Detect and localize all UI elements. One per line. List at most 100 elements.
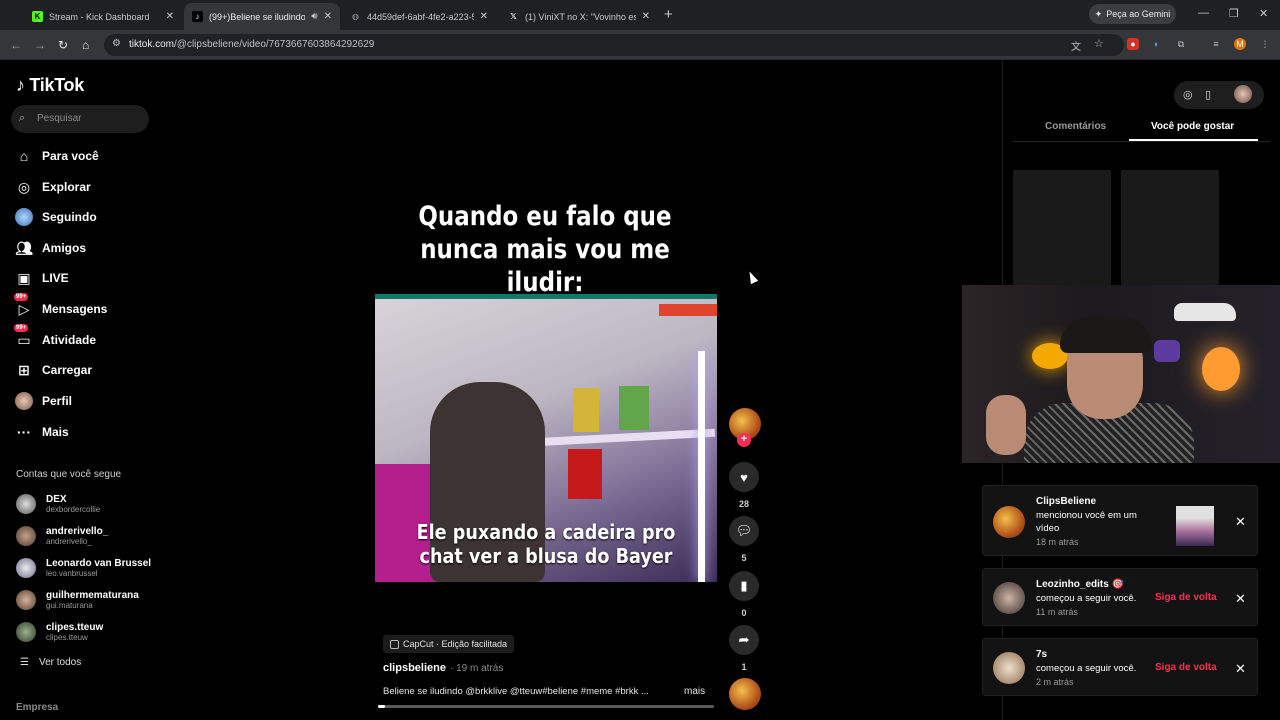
capcut-icon [390, 639, 399, 649]
suggested-video-thumbnail[interactable] [1121, 170, 1219, 285]
suggested-video-thumbnail[interactable] [1013, 170, 1111, 285]
site-info-icon[interactable]: ⚙ [112, 38, 121, 49]
sidebar-item-mensagens[interactable]: ▷ 99+ Mensagens [14, 293, 107, 320]
close-icon[interactable]: ✕ [480, 11, 488, 22]
followed-account[interactable]: DEX dexbordercollie [16, 491, 100, 517]
sidebar-item-amigos[interactable]: 👥︎ Amigos [14, 237, 86, 259]
menu-icon[interactable]: ⋮ [1259, 38, 1271, 50]
home-button-icon[interactable]: ⌂ [82, 38, 89, 52]
share-icon: ➦ [729, 625, 759, 655]
avatar [16, 494, 36, 514]
avatar [16, 622, 36, 642]
account-name: guilhermematurana [46, 590, 139, 601]
browser-tab-tiktok[interactable]: ♪ (99+)Beliene se iludindo @ 🔊︎ ✕ [184, 3, 340, 30]
sidebar-item-carregar[interactable]: ⊞ Carregar [14, 359, 92, 381]
tab-comments[interactable]: Comentários [1045, 121, 1106, 132]
browser-tab-uuid[interactable]: ◍ 44d59def-6abf-4fe2-a223-567 ✕ [342, 3, 496, 30]
followed-account[interactable]: guilhermematurana gui.maturana [16, 587, 139, 613]
video-progress-bar[interactable] [378, 705, 714, 708]
extension-icon[interactable]: ◗ [1150, 38, 1162, 50]
sidebar-item-seguindo[interactable]: Seguindo [14, 206, 97, 228]
forward-icon[interactable]: → [34, 38, 46, 52]
notification-name: ClipsBeliene [1036, 496, 1097, 507]
friends-icon: 👥︎ [15, 239, 33, 256]
close-icon[interactable]: ✕ [1235, 514, 1246, 530]
avatar [993, 582, 1025, 614]
share-button[interactable]: ➦ 1 [729, 625, 759, 672]
search-input[interactable]: ⌕ Pesquisar [11, 105, 149, 133]
minimize-button[interactable]: — [1198, 7, 1209, 19]
webcam-lamp [1202, 347, 1240, 391]
omnibox[interactable]: ⚙ tiktok.com/@clipsbeliene/video/7673667… [104, 34, 1124, 56]
extension-icon[interactable]: ● [1127, 38, 1139, 50]
close-icon[interactable]: ✕ [1235, 591, 1246, 607]
tiktok-logo[interactable]: ♪ TikTok [16, 75, 84, 96]
tiktok-icon: ♪ [16, 75, 25, 95]
tab-you-may-like[interactable]: Você pode gostar [1151, 121, 1234, 132]
followed-account[interactable]: clipes.tteuw clipes.tteuw [16, 619, 103, 645]
sidebar-item-mais[interactable]: ··· Mais [14, 421, 69, 443]
tab-title: 44d59def-6abf-4fe2-a223-567 [367, 11, 474, 22]
translate-icon[interactable]: 文 [1071, 38, 1081, 53]
url-text[interactable]: tiktok.com/@clipsbeliene/video/767366760… [129, 39, 374, 50]
video-frame-light [698, 351, 705, 582]
back-icon[interactable]: ← [10, 38, 22, 52]
save-button[interactable]: ▮ 0 [729, 571, 759, 618]
browser-tab-x[interactable]: 𝕏 (1) ViniXT no X: "Vovinho estav ✕ [500, 3, 658, 30]
sidebar-item-live[interactable]: ▣ LIVE [14, 267, 68, 289]
tab-title: Stream - Kick Dashboard [49, 11, 150, 22]
notification-card[interactable]: Leozinho_edits 🎯 começou a seguir você. … [982, 568, 1258, 626]
video-player[interactable]: Ele puxando a cadeira pro chat ver a blu… [375, 294, 717, 582]
close-icon[interactable]: ✕ [324, 11, 332, 22]
search-icon: ⌕ [19, 112, 26, 124]
sidebar-item-label: Perfil [42, 394, 73, 408]
logo-text: TikTok [29, 75, 84, 95]
close-window-button[interactable]: ✕ [1259, 7, 1268, 20]
sidebar-item-atividade[interactable]: ▭ 99+ Atividade [14, 324, 97, 351]
overlay-title-line: nunca mais vou me iludir: [420, 234, 670, 298]
follow-back-button[interactable]: Siga de volta [1155, 592, 1217, 603]
video-author[interactable]: clipsbeliene [383, 662, 446, 674]
sidebar-item-explorar[interactable]: ◎ Explorar [14, 176, 91, 198]
avatar[interactable] [1234, 85, 1252, 103]
globe-icon: ◍ [352, 12, 359, 21]
follow-back-button[interactable]: Siga de volta [1155, 662, 1217, 673]
sidebar-item-perfil[interactable]: Perfil [14, 390, 72, 412]
avatar[interactable]: M [1234, 38, 1246, 50]
company-link[interactable]: Empresa [16, 702, 58, 713]
sidebar-item-label: Atividade [42, 333, 97, 347]
puzzle-icon[interactable]: ⧉ [1175, 38, 1187, 50]
compass-icon[interactable]: ◎ [1183, 88, 1193, 101]
sidebar-item-para-voce[interactable]: ⌂ Para você [14, 145, 99, 167]
more-link[interactable]: mais [684, 686, 705, 697]
video-frame-banner [659, 304, 717, 316]
bookmark-star-icon[interactable]: ☆ [1094, 37, 1104, 50]
gemini-button[interactable]: ✦ Peça ao Gemini [1089, 4, 1176, 24]
sound-avatar-button[interactable] [729, 678, 761, 710]
browser-tab-bar: K Stream - Kick Dashboard ✕ ♪ (99+)Belie… [0, 0, 1280, 30]
video-frame-figure [573, 388, 599, 432]
heart-icon: ♥ [729, 462, 759, 492]
followed-account[interactable]: andrerivello_ andrerivello_ [16, 523, 108, 549]
close-icon[interactable]: ✕ [1235, 661, 1246, 677]
capcut-badge[interactable]: CapCut · Edição facilitada [383, 635, 515, 653]
followed-account[interactable]: Leonardo van Brussel leo.vanbrussel [16, 555, 151, 581]
close-icon[interactable]: ✕ [642, 11, 650, 22]
restore-button[interactable]: ❐ [1229, 7, 1239, 20]
speaker-icon[interactable]: 🔊︎ [311, 11, 317, 22]
notification-card[interactable]: 7s começou a seguir você. 2 m atrás Siga… [982, 638, 1258, 696]
notification-badge: 99+ [14, 324, 29, 332]
see-all-link[interactable]: ☰ Ver todos [20, 657, 81, 668]
like-button[interactable]: ♥ 28 [729, 462, 759, 509]
comment-button[interactable]: 💬︎ 5 [729, 516, 759, 563]
media-icon[interactable]: ≡ [1210, 38, 1222, 50]
follow-plus-button[interactable]: + [737, 433, 751, 447]
browser-tab-kick[interactable]: K Stream - Kick Dashboard ✕ [24, 3, 182, 30]
close-icon[interactable]: ✕ [166, 11, 174, 22]
reload-icon[interactable]: ↻ [58, 38, 68, 52]
phone-icon[interactable]: ▯ [1205, 88, 1211, 101]
notification-card[interactable]: ClipsBeliene mencionou você em um vídeo … [982, 485, 1258, 556]
notification-message: mencionou você em um [1036, 510, 1137, 521]
notification-thumbnail[interactable] [1176, 506, 1214, 546]
new-tab-button[interactable]: + [664, 6, 673, 23]
